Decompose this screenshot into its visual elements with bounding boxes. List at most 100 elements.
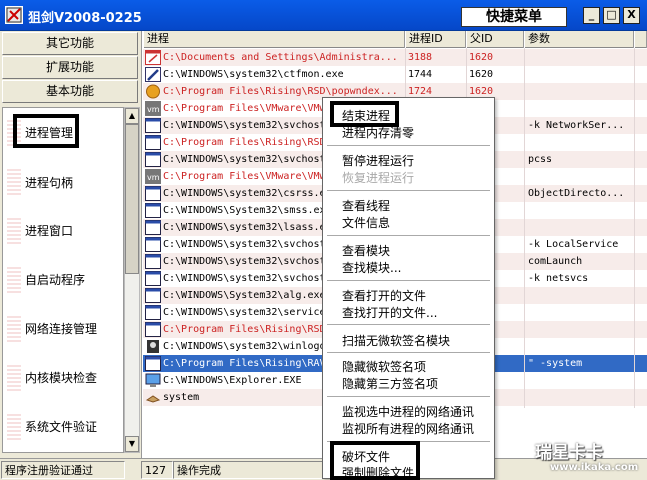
status-message: 操作完成 <box>173 461 323 479</box>
args-cell: comLaunch <box>528 256 583 267</box>
nav-item-kernel-modules[interactable]: 内核模块检查 <box>25 369 97 386</box>
table-row[interactable]: C:\WINDOWS\system32\ctfmon.exe 1744 1620 <box>143 66 647 83</box>
args-cell <box>528 168 634 185</box>
column-args[interactable]: 参数 <box>524 31 634 48</box>
menu-separator <box>327 280 490 282</box>
args-cell <box>528 202 634 219</box>
status-registration: 程序注册验证通过 <box>1 461 125 479</box>
close-button[interactable]: X <box>623 7 640 24</box>
vm-icon: vm <box>145 169 161 184</box>
menu-item-file-info[interactable]: 文件信息 <box>342 214 390 231</box>
menu-item-find-open-file[interactable]: 查找打开的文件... <box>342 304 437 321</box>
window-icon <box>145 322 161 337</box>
nav-item-process-windows[interactable]: 进程窗口 <box>25 222 73 239</box>
minimize-button[interactable]: _ <box>583 7 600 24</box>
scroll-thumb[interactable] <box>125 124 139 274</box>
menu-separator <box>327 324 490 326</box>
left-panel: 其它功能 扩展功能 基本功能 进程管理 进程句柄 进程窗口 自启动程序 网络连接… <box>0 31 142 458</box>
menu-item-hide-ms-signed[interactable]: 隐藏微软签名项 <box>342 358 426 375</box>
window-icon <box>145 237 161 252</box>
menu-item-monitor-selected[interactable]: 监视选中进程的网络通讯 <box>342 403 474 420</box>
watermark: 瑞星卡卡 www.ikaka.com <box>530 436 647 480</box>
window-icon <box>145 118 161 133</box>
nav-marker <box>7 316 21 344</box>
maximize-button[interactable]: □ <box>603 7 620 24</box>
args-cell: ObjectDirecto... <box>528 188 625 199</box>
highlight-box <box>13 114 79 148</box>
watermark-url: www.ikaka.com <box>550 462 639 473</box>
args-cell <box>528 304 634 321</box>
nav-item-process-handles[interactable]: 进程句柄 <box>25 174 73 191</box>
status-count: 127 <box>141 461 173 479</box>
nav-marker <box>7 365 21 393</box>
args-cell <box>528 338 634 355</box>
window-icon <box>145 220 161 235</box>
table-header: 进程 进程ID 父ID 参数 <box>143 31 647 48</box>
args-cell: " -system <box>528 358 583 369</box>
table-row[interactable]: C:\Documents and Settings\Administra... 3… <box>143 49 647 66</box>
menu-item-resume: 恢复进程运行 <box>342 171 415 185</box>
column-divider <box>634 48 635 408</box>
nav-marker <box>7 414 21 442</box>
menu-separator <box>327 145 490 147</box>
menu-item-suspend[interactable]: 暂停进程运行 <box>342 152 414 169</box>
pid-cell: 3188 <box>408 52 433 63</box>
window-icon <box>145 271 161 286</box>
scroll-down-arrow-icon[interactable]: ▼ <box>125 436 139 452</box>
nav-scrollbar[interactable]: ▲ ▼ <box>124 107 140 453</box>
ppid-cell: 1620 <box>469 69 494 80</box>
app-icon <box>5 6 23 24</box>
column-pid[interactable]: 进程ID <box>405 31 466 48</box>
menu-item-hide-third-party[interactable]: 隐藏第三方签名项 <box>342 375 438 392</box>
column-process[interactable]: 进程 <box>143 31 405 48</box>
args-cell <box>528 287 634 304</box>
process-path-cell: C:\Documents and Settings\Administra... <box>163 52 398 63</box>
other-functions-button[interactable]: 其它功能 <box>2 32 138 55</box>
nav-marker <box>7 169 21 197</box>
highlight-box <box>330 441 420 480</box>
args-cell: pcss <box>528 154 553 165</box>
watermark-brand: 瑞星卡卡 <box>535 443 603 463</box>
window-icon <box>145 356 161 371</box>
quick-menu-button[interactable]: 快捷菜单 <box>461 7 567 27</box>
basic-functions-button[interactable]: 基本功能 <box>2 80 138 103</box>
menu-separator <box>327 352 490 354</box>
args-cell <box>528 49 634 66</box>
menu-separator <box>327 190 490 192</box>
args-cell <box>528 83 634 100</box>
scroll-up-arrow-icon[interactable]: ▲ <box>125 108 139 124</box>
context-menu: 结束进程 进程内存清零 暂停进程运行 恢复进程运行 查看线程 文件信息 查看模块… <box>322 97 495 480</box>
nav-item-system-files[interactable]: 系统文件验证 <box>25 418 97 435</box>
highlight-box <box>330 101 399 127</box>
winlogon-icon <box>145 339 161 354</box>
args-cell: -k LocalService <box>528 239 619 250</box>
nav-item-autostart[interactable]: 自启动程序 <box>25 271 85 288</box>
extended-functions-button[interactable]: 扩展功能 <box>2 56 138 79</box>
title-bar: 狙剑V2008-0225 快捷菜单 _ □ X <box>0 0 647 31</box>
window-title: 狙剑V2008-0225 <box>28 11 142 26</box>
args-cell: -k NetworkSer... <box>528 120 625 131</box>
window-icon <box>145 186 161 201</box>
window-icon <box>145 305 161 320</box>
nav-item-network[interactable]: 网络连接管理 <box>25 320 97 337</box>
pid-cell: 1744 <box>408 69 433 80</box>
svg-text:vm: vm <box>147 173 160 182</box>
args-cell: -k netsvcs <box>528 273 589 284</box>
window-icon <box>145 203 161 218</box>
menu-item-scan-unsigned[interactable]: 扫描无微软签名模块 <box>342 332 450 349</box>
menu-item-find-module[interactable]: 查找模块... <box>342 259 401 276</box>
menu-separator <box>327 235 490 237</box>
args-cell <box>528 389 634 406</box>
column-divider <box>524 48 525 408</box>
menu-item-monitor-all[interactable]: 监视所有进程的网络通讯 <box>342 420 474 437</box>
menu-item-view-threads[interactable]: 查看线程 <box>342 197 390 214</box>
args-cell <box>528 66 634 83</box>
system-icon <box>145 390 161 405</box>
nav-list: 进程管理 进程句柄 进程窗口 自启动程序 网络连接管理 内核模块检查 系统文件验… <box>2 107 124 453</box>
menu-item-view-modules[interactable]: 查看模块 <box>342 242 390 259</box>
monitor-icon <box>145 373 161 388</box>
args-cell <box>528 134 634 151</box>
menu-item-view-open-files[interactable]: 查看打开的文件 <box>342 287 426 304</box>
vm-icon: vm <box>145 101 161 116</box>
column-ppid[interactable]: 父ID <box>466 31 524 48</box>
